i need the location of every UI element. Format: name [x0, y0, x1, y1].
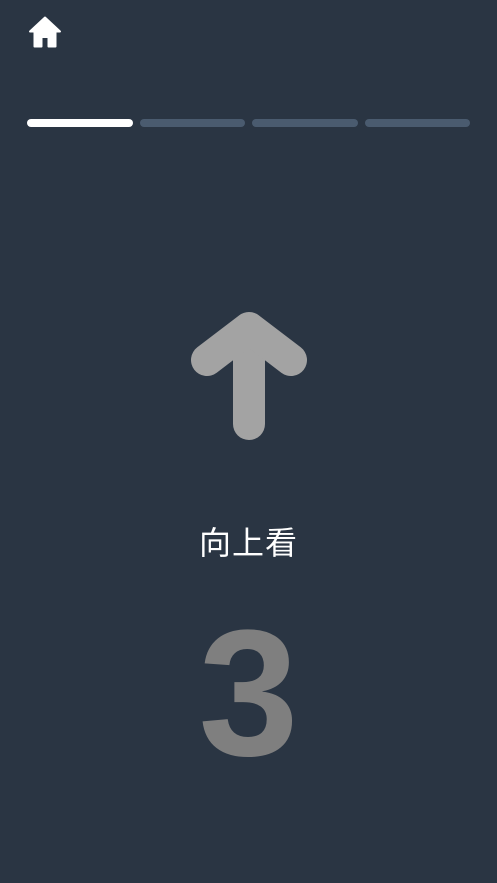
direction-indicator: [186, 306, 312, 446]
home-button[interactable]: [26, 14, 64, 50]
progress-segment-4: [364, 119, 470, 127]
progress-segment-2: [139, 119, 245, 127]
instruction-text: 向上看: [198, 524, 298, 562]
home-icon: [29, 16, 61, 48]
progress-segment-1: [27, 119, 133, 127]
arrow-up-icon: [191, 312, 307, 440]
progress-segment-3: [252, 119, 358, 127]
step-progress-bar: [27, 119, 470, 127]
countdown-number: 3: [198, 593, 299, 794]
